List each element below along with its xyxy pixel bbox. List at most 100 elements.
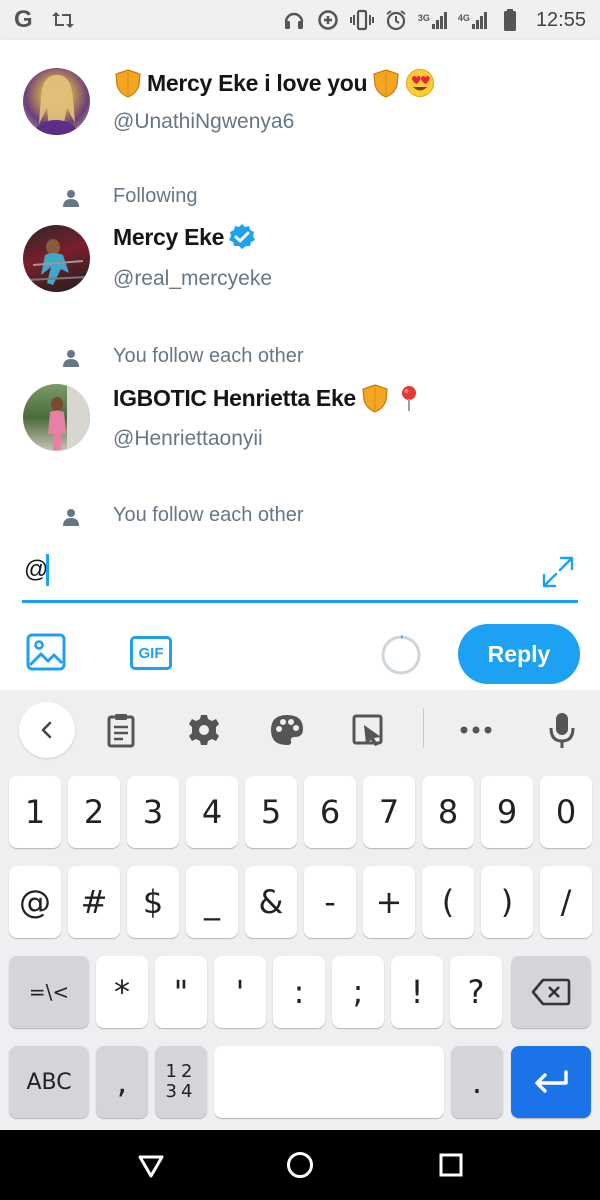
key-close-paren[interactable]: ) (481, 866, 533, 938)
key-1[interactable]: 1 (9, 776, 61, 848)
numpad-label-bottom: 34 (165, 1081, 197, 1102)
key-colon[interactable]: : (273, 956, 325, 1028)
key-double-quote[interactable]: " (155, 956, 207, 1028)
shield-emoji-icon (362, 384, 388, 413)
gear-icon (189, 715, 219, 745)
display-name: Mercy Eke (113, 223, 225, 250)
suggestion-item-unathi[interactable]: Mercy Eke i love you @UnathiNgwenya6 (0, 40, 600, 190)
key-comma[interactable]: , (96, 1046, 148, 1118)
key-slash[interactable]: / (540, 866, 592, 938)
status-bar: G 3G 4G 12:55 (0, 0, 600, 40)
person-icon (63, 350, 79, 367)
key-more-symbols[interactable]: =\< (9, 956, 89, 1028)
key-underscore[interactable]: _ (186, 866, 238, 938)
chevron-left-icon (41, 721, 52, 739)
handle: @Henriettaonyii (113, 427, 263, 450)
display-name: IGBOTIC Henrietta Eke (113, 384, 356, 411)
verified-badge-icon (229, 224, 256, 249)
key-space[interactable] (214, 1046, 444, 1118)
key-5[interactable]: 5 (245, 776, 297, 848)
more-options-button[interactable] (448, 702, 504, 758)
context-label: You follow each other (113, 504, 304, 526)
handle: @UnathiNgwenya6 (113, 110, 295, 133)
key-open-paren[interactable]: ( (422, 866, 474, 938)
nav-home-button[interactable] (285, 1150, 315, 1180)
suggestion-item-partial[interactable]: You follow each other (0, 502, 600, 542)
avatar (23, 225, 90, 292)
key-4[interactable]: 4 (186, 776, 238, 848)
key-plus[interactable]: + (363, 866, 415, 938)
signal-4g-icon: 4G (458, 11, 488, 29)
key-at[interactable]: @ (9, 866, 61, 938)
reply-compose: @ GIF Reply (0, 542, 600, 690)
palette-icon (271, 715, 303, 745)
key-enter[interactable] (511, 1046, 591, 1118)
nav-back-button[interactable] (136, 1150, 166, 1180)
nav-recents-button[interactable] (436, 1150, 466, 1180)
backspace-icon (531, 978, 571, 1006)
person-icon (63, 509, 79, 526)
keyboard-toolbar (0, 690, 600, 770)
add-image-button[interactable] (26, 632, 66, 672)
mention-suggestions-list: Mercy Eke i love you @UnathiNgwenya6 Fol… (0, 40, 600, 542)
voice-input-button[interactable] (534, 702, 590, 758)
expand-icon[interactable] (540, 554, 576, 590)
compose-text-input[interactable]: @ (24, 556, 48, 584)
key-6[interactable]: 6 (304, 776, 356, 848)
clock: 12:55 (535, 8, 586, 31)
image-icon (26, 633, 66, 671)
compose-underline (22, 600, 578, 603)
microphone-icon (549, 713, 575, 748)
character-counter-ring (380, 634, 422, 676)
alarm-icon (384, 8, 408, 32)
key-7[interactable]: 7 (363, 776, 415, 848)
reply-button[interactable]: Reply (458, 624, 580, 684)
key-dollar[interactable]: $ (127, 866, 179, 938)
keyboard-back-button[interactable] (19, 702, 75, 758)
suggestion-item-henrietta-eke[interactable]: You follow each other IGBOTIC Henrietta … (0, 343, 600, 503)
headphones-icon (282, 8, 306, 32)
select-text-icon (352, 714, 383, 746)
battery-icon (498, 8, 522, 32)
key-2[interactable]: 2 (68, 776, 120, 848)
key-single-quote[interactable]: ' (214, 956, 266, 1028)
key-asterisk[interactable]: * (96, 956, 148, 1028)
circle-home-icon (287, 1152, 313, 1178)
enter-arrow-icon (535, 1070, 568, 1093)
key-9[interactable]: 9 (481, 776, 533, 848)
display-name: Mercy Eke i love you (147, 69, 368, 96)
key-period[interactable]: . (451, 1046, 503, 1118)
key-question[interactable]: ? (450, 956, 502, 1028)
key-ampersand[interactable]: & (245, 866, 297, 938)
settings-button[interactable] (176, 702, 232, 758)
context-label: You follow each other (113, 345, 304, 367)
theme-button[interactable] (259, 702, 315, 758)
numpad-label-top: 12 (165, 1061, 197, 1082)
more-horizontal-icon (460, 726, 492, 734)
toolbar-divider (423, 708, 424, 748)
suggestion-item-mercy-eke[interactable]: Following Mercy Eke @real_mercyeke (0, 183, 600, 343)
text-cursor (46, 554, 49, 586)
person-icon (63, 190, 79, 207)
clipboard-icon (107, 714, 135, 748)
add-gif-button[interactable]: GIF (130, 636, 172, 670)
key-3[interactable]: 3 (127, 776, 179, 848)
key-backspace[interactable] (511, 956, 591, 1028)
navigation-bar (0, 1130, 600, 1200)
key-0[interactable]: 0 (540, 776, 592, 848)
text-select-button[interactable] (340, 702, 396, 758)
key-exclamation[interactable]: ! (391, 956, 443, 1028)
shield-emoji-icon (115, 69, 141, 98)
key-hash[interactable]: # (68, 866, 120, 938)
key-minus[interactable]: - (304, 866, 356, 938)
handle: @real_mercyeke (113, 267, 273, 290)
pin-emoji-icon (401, 386, 416, 411)
heart-eyes-emoji-icon (406, 69, 435, 97)
data-saver-icon (316, 8, 340, 32)
key-abc[interactable]: ABC (9, 1046, 89, 1118)
key-semicolon[interactable]: ; (332, 956, 384, 1028)
triangle-back-icon (138, 1155, 164, 1178)
clipboard-button[interactable] (93, 702, 149, 758)
key-8[interactable]: 8 (422, 776, 474, 848)
key-numpad[interactable]: 12 34 (155, 1046, 207, 1118)
